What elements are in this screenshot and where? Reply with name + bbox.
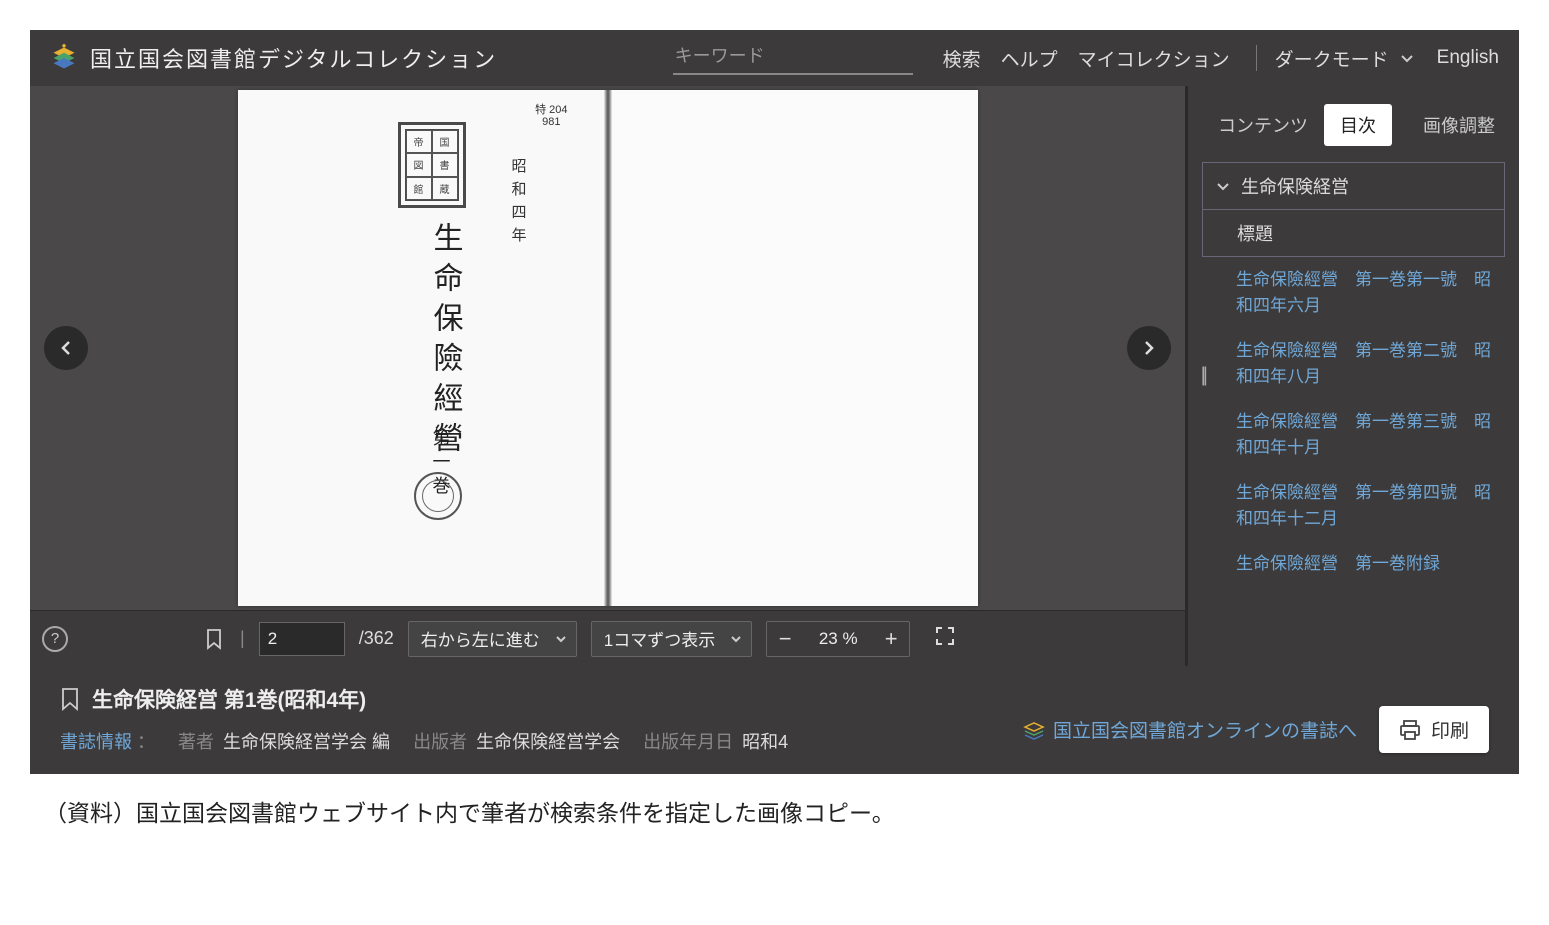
help-icon[interactable]: ? bbox=[42, 626, 68, 652]
scan-title-vertical: 生命保險經營 bbox=[423, 222, 467, 462]
side-panel: コンテンツ 目次 画像調整 生命保険経営 標題 生命保險經營 第一巻第一號 昭和… bbox=[1185, 86, 1519, 666]
bookmark-icon[interactable] bbox=[202, 627, 226, 651]
viewer-column: 特 204 981 帝国図書館蔵 昭和四年 生命保險經營 第一巻 bbox=[30, 86, 1185, 666]
publisher-value: 生命保険経営学会 bbox=[476, 732, 620, 752]
reading-direction-select[interactable]: 右から左に進む bbox=[408, 621, 577, 657]
biblio-metadata: 書誌情報 ： 著者 生命保険経営学会 編 出版者 生命保険経営学会 出版年月日 … bbox=[60, 728, 1023, 754]
figure-caption: （資料）国立国会図書館ウェブサイト内で筆者が検索条件を指定した画像コピー。 bbox=[0, 774, 1549, 848]
tab-toc[interactable]: 目次 bbox=[1324, 104, 1392, 146]
biblio-info-link[interactable]: 書誌情報 bbox=[60, 732, 132, 752]
previous-page-button[interactable] bbox=[44, 326, 88, 370]
viewer-area[interactable]: 特 204 981 帝国図書館蔵 昭和四年 生命保險經營 第一巻 bbox=[30, 86, 1185, 610]
toc-link[interactable]: 生命保險經營 第一巻第一號 昭和四年六月 bbox=[1202, 257, 1505, 328]
publisher-label: 出版者 bbox=[413, 732, 467, 752]
tab-contents[interactable]: コンテンツ bbox=[1202, 104, 1324, 146]
author-label: 著者 bbox=[178, 732, 214, 752]
language-link[interactable]: English bbox=[1437, 47, 1499, 69]
zoom-in-button[interactable]: + bbox=[873, 622, 909, 656]
toc-link[interactable]: 生命保險經營 第一巻附録 bbox=[1202, 541, 1505, 587]
toc-link[interactable]: 生命保險經營 第一巻第二號 昭和四年八月 bbox=[1202, 328, 1505, 399]
toolbar-sep: | bbox=[240, 628, 245, 649]
fullscreen-button[interactable] bbox=[934, 625, 956, 652]
chevron-down-icon bbox=[554, 632, 568, 646]
mycollection-link[interactable]: マイコレクション bbox=[1078, 45, 1230, 72]
help-link[interactable]: ヘルプ bbox=[1001, 45, 1058, 72]
zoom-out-button[interactable]: − bbox=[767, 622, 803, 656]
next-page-button[interactable] bbox=[1127, 326, 1171, 370]
toc-selected-item[interactable]: 標題 bbox=[1202, 210, 1505, 257]
document-title: 生命保険経営 第1巻(昭和4年) bbox=[92, 684, 366, 714]
square-stamp: 帝国図書館蔵 bbox=[398, 122, 466, 208]
theme-selector[interactable]: ダークモード bbox=[1275, 45, 1415, 72]
page-total: /362 bbox=[359, 628, 394, 649]
tab-image-adjust[interactable]: 画像調整 bbox=[1407, 104, 1511, 146]
logo-icon bbox=[50, 44, 78, 72]
search-link[interactable]: 検索 bbox=[943, 45, 981, 72]
page-left: 特 204 981 帝国図書館蔵 昭和四年 生命保險經營 第一巻 bbox=[238, 90, 608, 606]
toc-parent-item[interactable]: 生命保険経営 bbox=[1202, 162, 1505, 210]
printer-icon bbox=[1399, 719, 1421, 741]
zoom-value: 23 % bbox=[803, 629, 873, 649]
online-catalog-link[interactable]: 国立国会図書館オンラインの書誌へ bbox=[1023, 716, 1357, 743]
chevron-down-icon bbox=[729, 632, 743, 646]
scanned-page-spread: 特 204 981 帝国図書館蔵 昭和四年 生命保險經營 第一巻 bbox=[238, 90, 978, 606]
date-label: 出版年月日 bbox=[643, 732, 733, 752]
theme-label: ダークモード bbox=[1275, 45, 1389, 72]
chevron-left-icon bbox=[56, 338, 76, 358]
display-mode-select[interactable]: 1コマずつ表示 bbox=[591, 621, 752, 657]
toc-link[interactable]: 生命保險經營 第一巻第三號 昭和四年十月 bbox=[1202, 399, 1505, 470]
chevron-down-icon bbox=[1399, 50, 1415, 66]
author-value: 生命保険経営学会 編 bbox=[223, 732, 390, 752]
chevron-right-icon bbox=[1139, 338, 1159, 358]
date-value: 昭和4 bbox=[742, 732, 788, 752]
viewer-toolbar: ? | /362 右から左に進む 1コマずつ表示 − 23 % bbox=[30, 610, 1185, 666]
panel-resize-handle[interactable]: || bbox=[1201, 365, 1205, 388]
header-divider bbox=[1256, 45, 1257, 71]
book-stack-icon bbox=[1023, 719, 1045, 741]
call-number: 特 204 981 bbox=[535, 104, 567, 128]
toc-parent-label: 生命保険経営 bbox=[1241, 173, 1349, 199]
toc-link[interactable]: 生命保險經營 第一巻第四號 昭和四年十二月 bbox=[1202, 470, 1505, 541]
page-right bbox=[608, 90, 978, 606]
info-bar: 生命保険経営 第1巻(昭和4年) 書誌情報 ： 著者 生命保険経営学会 編 出版… bbox=[30, 666, 1519, 774]
print-label: 印刷 bbox=[1431, 716, 1469, 743]
print-button[interactable]: 印刷 bbox=[1379, 706, 1489, 753]
chevron-down-icon bbox=[1215, 178, 1231, 194]
round-stamp bbox=[414, 472, 462, 520]
bookmark-icon[interactable] bbox=[60, 687, 80, 711]
search-input[interactable] bbox=[673, 42, 913, 75]
online-link-label: 国立国会図書館オンラインの書誌へ bbox=[1053, 716, 1357, 743]
book-spine bbox=[604, 90, 612, 606]
zoom-control: − 23 % + bbox=[766, 621, 910, 657]
brand-title[interactable]: 国立国会図書館デジタルコレクション bbox=[90, 42, 497, 74]
page-number-input[interactable] bbox=[259, 622, 345, 656]
side-tabs: コンテンツ 目次 画像調整 bbox=[1202, 104, 1505, 146]
scan-year-vertical: 昭和四年 bbox=[508, 158, 529, 250]
app-header: 国立国会図書館デジタルコレクション 検索 ヘルプ マイコレクション ダークモード… bbox=[30, 30, 1519, 86]
